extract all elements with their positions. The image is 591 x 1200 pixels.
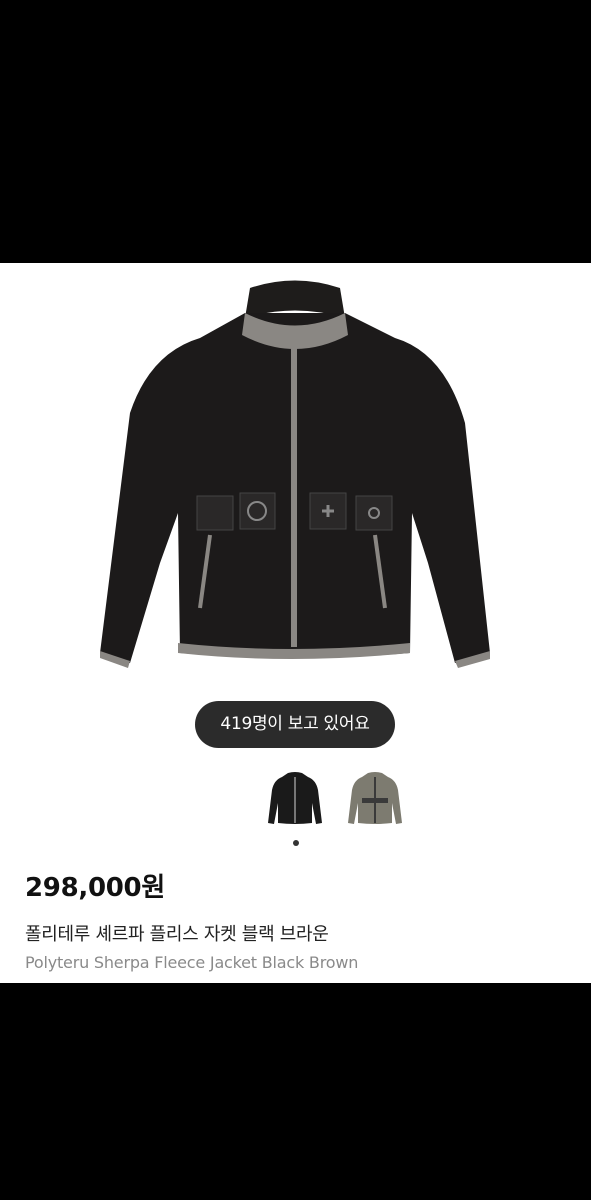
viewers-badge: 419명이 보고 있어요 [195, 701, 395, 748]
product-image[interactable] [0, 263, 591, 693]
variant-thumb-brown[interactable] [342, 768, 408, 828]
variant-thumb-black[interactable] [262, 768, 328, 828]
product-screen: 419명이 보고 있어요 298,000원 폴리테루 셰르파 플리스 자켓 블랙… [0, 263, 591, 983]
product-title-english: Polyteru Sherpa Fleece Jacket Black Brow… [25, 953, 359, 972]
product-title-korean: 폴리테루 셰르파 플리스 자켓 블랙 브라운 [25, 924, 329, 945]
price: 298,000원 [25, 873, 165, 903]
gallery-indicator-dot[interactable] [293, 840, 299, 846]
